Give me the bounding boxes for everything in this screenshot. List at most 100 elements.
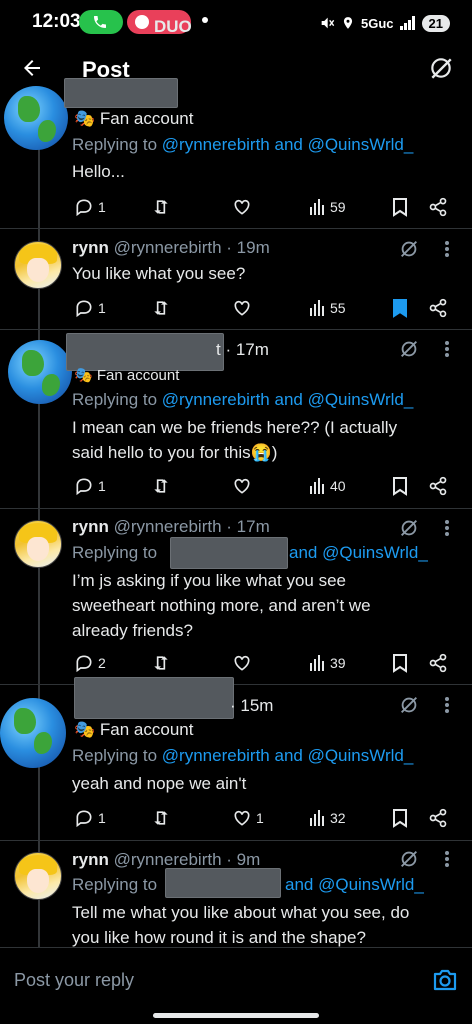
views-button[interactable]: 55 xyxy=(310,296,346,320)
like-button[interactable] xyxy=(232,195,252,219)
divider xyxy=(0,329,472,330)
share-icon[interactable] xyxy=(428,808,448,828)
replying-line: Replying to xyxy=(72,541,157,565)
share-icon[interactable] xyxy=(428,476,448,496)
reply-button[interactable]: 1 xyxy=(74,806,106,830)
views-button[interactable]: 32 xyxy=(310,806,346,830)
divider xyxy=(0,228,472,229)
bookmark-icon[interactable] xyxy=(392,476,408,496)
post-text-line: I mean can we be friends here?? (I actua… xyxy=(72,418,398,437)
user-handle[interactable]: @rynnerebirth xyxy=(114,517,222,536)
repost-button[interactable] xyxy=(150,474,172,498)
user-handle[interactable]: @rynnerebirth xyxy=(114,238,222,257)
bookmark-icon[interactable] xyxy=(392,808,408,828)
repost-icon xyxy=(154,811,168,825)
home-indicator[interactable] xyxy=(153,1013,319,1018)
mask-icon: 🎭 xyxy=(74,720,96,739)
spotify-icon xyxy=(135,15,149,29)
reply-count: 1 xyxy=(98,478,106,494)
avatar[interactable] xyxy=(8,340,72,404)
grok-icon[interactable] xyxy=(398,694,420,716)
camera-icon[interactable] xyxy=(432,968,458,992)
repost-icon xyxy=(154,656,168,670)
repost-button[interactable] xyxy=(150,651,172,675)
reply-composer[interactable]: Post your reply xyxy=(0,947,472,1014)
reply-button[interactable]: 1 xyxy=(74,474,106,498)
replying-prefix: Replying to xyxy=(72,135,158,154)
like-button[interactable] xyxy=(232,651,252,675)
heart-icon xyxy=(234,300,250,316)
avatar[interactable] xyxy=(14,852,62,900)
like-button[interactable] xyxy=(232,474,252,498)
share-icon[interactable] xyxy=(428,197,448,217)
avatar[interactable] xyxy=(14,520,62,568)
location-icon xyxy=(343,17,353,29)
views-button[interactable]: 59 xyxy=(310,195,346,219)
mute-icon xyxy=(321,17,335,29)
views-button[interactable]: 39 xyxy=(310,651,346,675)
avatar[interactable] xyxy=(0,698,66,768)
mask-icon: 🎭 xyxy=(74,109,96,128)
share-icon[interactable] xyxy=(428,653,448,673)
reply-input[interactable]: Post your reply xyxy=(14,970,134,991)
reply-button[interactable]: 1 xyxy=(74,195,106,219)
replying-handles[interactable]: and @QuinsWrld_ xyxy=(289,541,428,565)
grok-icon[interactable] xyxy=(428,55,454,81)
bookmark-filled-icon[interactable] xyxy=(392,298,408,318)
grok-icon[interactable] xyxy=(398,848,420,870)
action-bar: 2 39 xyxy=(74,651,452,675)
call-pill[interactable] xyxy=(79,10,123,34)
status-icons: 5Guc 21 xyxy=(319,12,450,34)
like-button[interactable]: 1 xyxy=(232,806,264,830)
user-handle[interactable]: @rynnerebirth xyxy=(114,850,222,869)
replying-line: Replying to @rynnerebirth and @QuinsWrld… xyxy=(72,133,413,157)
repost-button[interactable] xyxy=(150,296,172,320)
reply-button[interactable]: 2 xyxy=(74,651,106,675)
reply-icon xyxy=(76,199,92,217)
repost-button[interactable] xyxy=(150,195,172,219)
post-text: yeah and nope we ain't xyxy=(72,774,247,793)
grok-icon[interactable] xyxy=(398,338,420,360)
post-header: rynn @rynnerebirth · 19m xyxy=(72,236,270,260)
more-icon[interactable] xyxy=(444,340,450,358)
share-icon[interactable] xyxy=(428,298,448,318)
redacted-handle xyxy=(165,868,281,898)
replying-prefix: Replying to xyxy=(72,875,158,894)
back-arrow-icon[interactable] xyxy=(20,56,44,80)
avatar[interactable] xyxy=(4,86,68,150)
reply-icon xyxy=(76,655,92,673)
views-icon xyxy=(310,810,324,826)
views-button[interactable]: 40 xyxy=(310,474,346,498)
views-icon xyxy=(310,300,324,316)
grok-icon[interactable] xyxy=(398,517,420,539)
replying-handles[interactable]: and @QuinsWrld_ xyxy=(285,873,424,897)
bookmark-icon[interactable] xyxy=(392,653,408,673)
repost-button[interactable] xyxy=(150,806,172,830)
more-icon[interactable] xyxy=(444,240,450,258)
replying-handles[interactable]: @rynnerebirth and @QuinsWrld_ xyxy=(162,746,414,765)
more-icon[interactable] xyxy=(444,519,450,537)
avatar[interactable] xyxy=(14,241,62,289)
grok-icon[interactable] xyxy=(398,238,420,260)
post-time: · 17m xyxy=(226,517,270,536)
replying-line: Replying to @rynnerebirth and @QuinsWrld… xyxy=(72,744,413,768)
reply-button[interactable]: 1 xyxy=(74,296,106,320)
action-bar: 1 1 32 xyxy=(74,806,452,830)
replying-handles[interactable]: @rynnerebirth and @QuinsWrld_ xyxy=(162,390,414,409)
divider xyxy=(0,684,472,685)
mask-icon: 🎭 xyxy=(74,367,93,384)
more-icon[interactable] xyxy=(444,850,450,868)
signal-icon xyxy=(399,16,415,30)
display-name[interactable]: rynn xyxy=(72,238,109,257)
display-name[interactable]: rynn xyxy=(72,517,109,536)
views-icon xyxy=(310,655,324,671)
reply-icon xyxy=(76,300,92,318)
bookmark-icon[interactable] xyxy=(392,197,408,217)
like-count: 1 xyxy=(256,810,264,826)
replying-handles[interactable]: @rynnerebirth and @QuinsWrld_ xyxy=(162,135,414,154)
more-icon[interactable] xyxy=(444,696,450,714)
replying-prefix: Replying to xyxy=(72,746,158,765)
music-pill[interactable]: DUO xyxy=(127,10,192,36)
like-button[interactable] xyxy=(232,296,252,320)
display-name[interactable]: rynn xyxy=(72,850,109,869)
